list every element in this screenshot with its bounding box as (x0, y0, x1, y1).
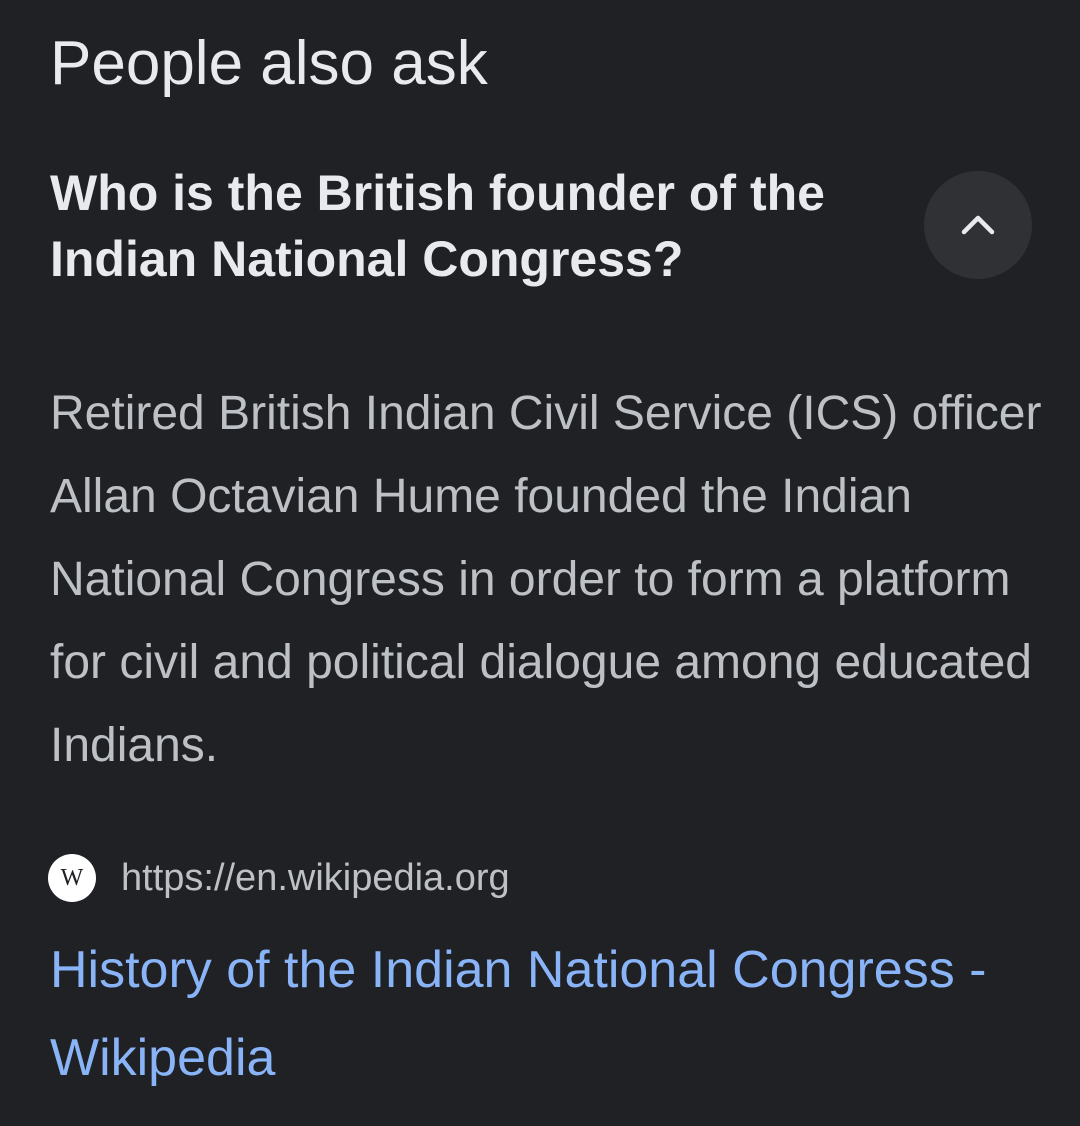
chevron-up-icon (961, 215, 995, 235)
source-url[interactable]: https://en.wikipedia.org (121, 857, 510, 900)
section-title: People also ask (50, 29, 488, 98)
answer-text: Retired British Indian Civil Service (IC… (50, 387, 1042, 772)
collapse-question-button[interactable] (924, 171, 1032, 279)
source-row[interactable]: W https://en.wikipedia.org (48, 852, 510, 904)
wikipedia-icon: W (48, 854, 96, 902)
question-text[interactable]: Who is the British founder of the Indian… (50, 160, 910, 292)
result-title-link[interactable]: History of the Indian National Congress … (50, 926, 1050, 1102)
